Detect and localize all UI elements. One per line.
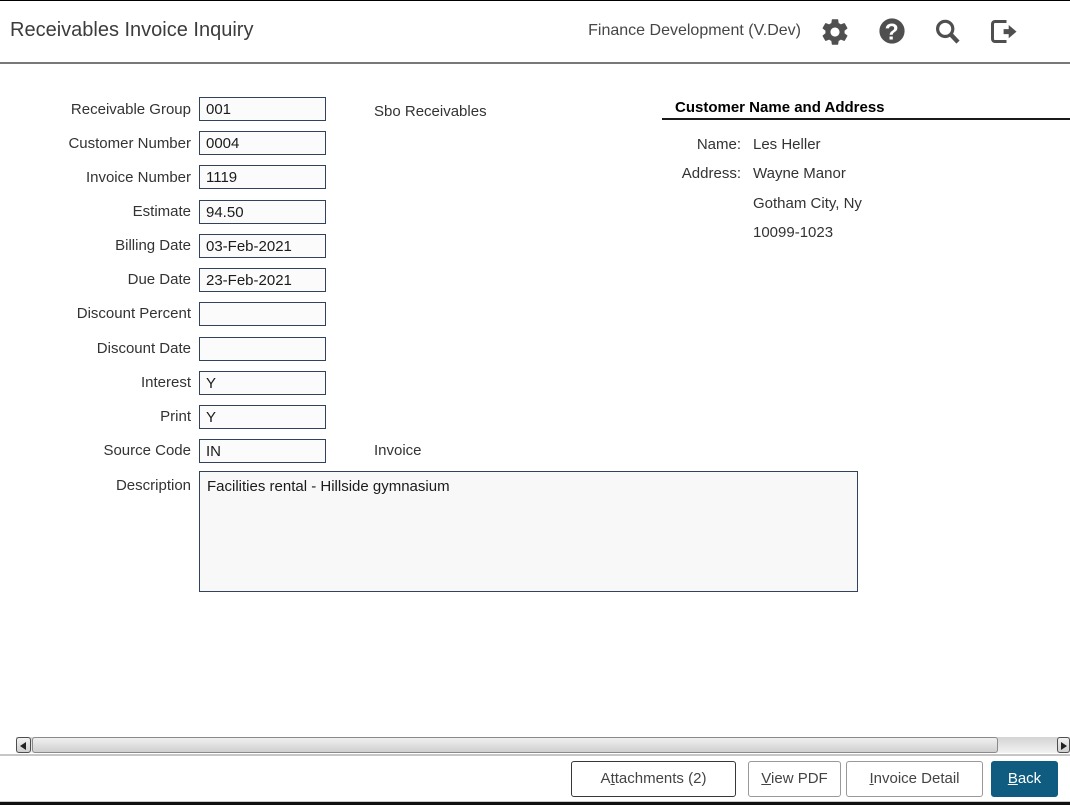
- svg-text:?: ?: [885, 19, 899, 44]
